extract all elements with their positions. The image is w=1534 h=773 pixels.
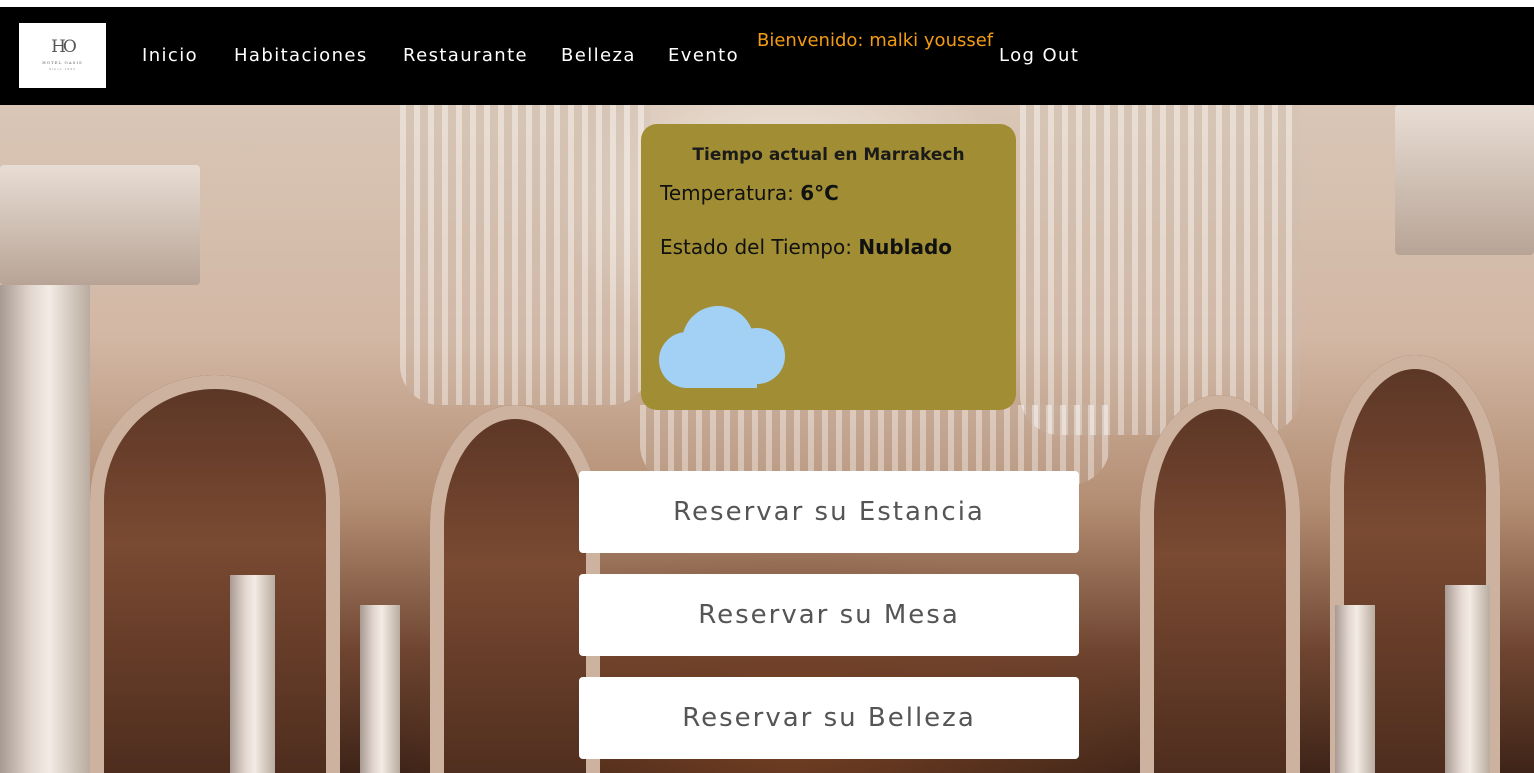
weather-title: Tiempo actual en Marrakech: [692, 145, 965, 165]
pillar-left-2: [230, 575, 275, 773]
chandelier-right: [1020, 105, 1300, 435]
logo-brand-text: HOTEL OASIS: [42, 60, 83, 65]
nav-link-restaurante[interactable]: Restaurante: [403, 45, 528, 66]
capital-right: [1395, 105, 1534, 255]
chandelier-left: [400, 105, 650, 405]
pillar-left: [0, 285, 90, 773]
reserve-beauty-button[interactable]: Reservar su Belleza: [579, 677, 1079, 759]
weather-state-value: Nublado: [858, 235, 953, 259]
nav-link-belleza[interactable]: Belleza: [561, 45, 636, 66]
pillar-left-3: [360, 605, 400, 773]
pillar-right-3: [1445, 585, 1490, 773]
nav-link-inicio[interactable]: Inicio: [142, 45, 198, 66]
nav-link-habitaciones[interactable]: Habitaciones: [234, 45, 368, 66]
temperature-value: 6°C: [800, 181, 839, 205]
pillar-right-2: [1335, 605, 1375, 773]
reserve-table-button[interactable]: Reservar su Mesa: [579, 574, 1079, 656]
reserve-stay-button[interactable]: Reservar su Estancia: [579, 471, 1079, 553]
navbar: HO HOTEL OASIS Since 1992 Inicio Habitac…: [0, 7, 1534, 105]
logout-link[interactable]: Log Out: [999, 45, 1079, 66]
cloud-icon: [659, 306, 785, 388]
temperature-label: Temperatura:: [660, 181, 801, 205]
weather-card: Tiempo actual en Marrakech Temperatura: …: [641, 124, 1016, 410]
logo-monogram: HO: [51, 37, 77, 57]
weather-state-line: Estado del Tiempo: Nublado: [660, 235, 952, 259]
temperature-line: Temperatura: 6°C: [660, 181, 839, 205]
weather-state-label: Estado del Tiempo:: [660, 235, 859, 259]
arch-center-right: [1140, 395, 1300, 773]
arch-center-left: [430, 405, 600, 773]
nav-link-evento[interactable]: Evento: [668, 45, 739, 66]
top-strip: [0, 0, 1534, 7]
arch-left: [90, 375, 340, 773]
logo-since-text: Since 1992: [49, 67, 76, 71]
welcome-message: Bienvenido: malki youssef: [757, 30, 994, 51]
capital-left: [0, 165, 200, 285]
hotel-logo[interactable]: HO HOTEL OASIS Since 1992: [19, 23, 106, 88]
